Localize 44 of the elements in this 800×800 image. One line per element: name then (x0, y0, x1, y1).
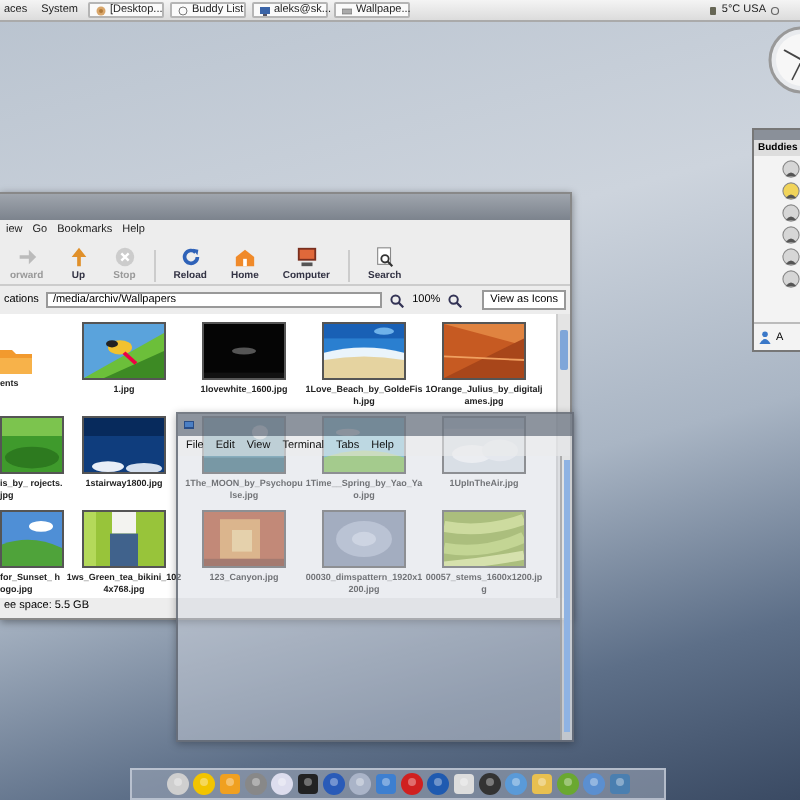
clock-icon (768, 26, 800, 94)
drive-icon (341, 5, 352, 15)
forward-icon (15, 246, 38, 268)
app-icon (373, 772, 397, 796)
app-icon (347, 772, 371, 796)
monitor-icon (259, 5, 270, 15)
avatar-icon (782, 248, 800, 266)
app-icon (581, 772, 605, 796)
app-icon (529, 772, 553, 796)
app-icon (269, 772, 293, 796)
up-arrow-icon (67, 246, 90, 268)
globe-icon (95, 5, 106, 15)
scroll-bar[interactable] (560, 456, 572, 740)
circle-icon (177, 5, 188, 15)
app-icon (451, 772, 475, 796)
app-icon (321, 772, 345, 796)
app-icon (295, 772, 319, 796)
reload-icon (179, 246, 202, 268)
app-icon (555, 772, 579, 796)
people-icon (758, 330, 772, 344)
network-icon (770, 5, 780, 15)
title-bar (754, 130, 800, 140)
zoom-in-icon (448, 293, 463, 307)
avatar-icon (782, 160, 800, 178)
app-icon (503, 772, 527, 796)
app-icon (191, 772, 215, 796)
home-icon (233, 246, 256, 268)
terminal-icon (184, 420, 194, 430)
search-icon (373, 246, 396, 268)
folder-icon (0, 346, 32, 374)
app-icon (165, 772, 189, 796)
avatar-icon (782, 182, 800, 200)
app-icon (399, 772, 423, 796)
computer-icon (295, 246, 318, 268)
app-icon (477, 772, 501, 796)
avatar-icon (782, 204, 800, 222)
app-icon (425, 772, 449, 796)
app-icon (217, 772, 241, 796)
avatar-icon (782, 270, 800, 288)
app-icon (243, 772, 267, 796)
app-icon (607, 772, 631, 796)
zoom-out-icon (390, 293, 405, 307)
avatar-icon (782, 226, 800, 244)
stop-icon (113, 246, 136, 268)
